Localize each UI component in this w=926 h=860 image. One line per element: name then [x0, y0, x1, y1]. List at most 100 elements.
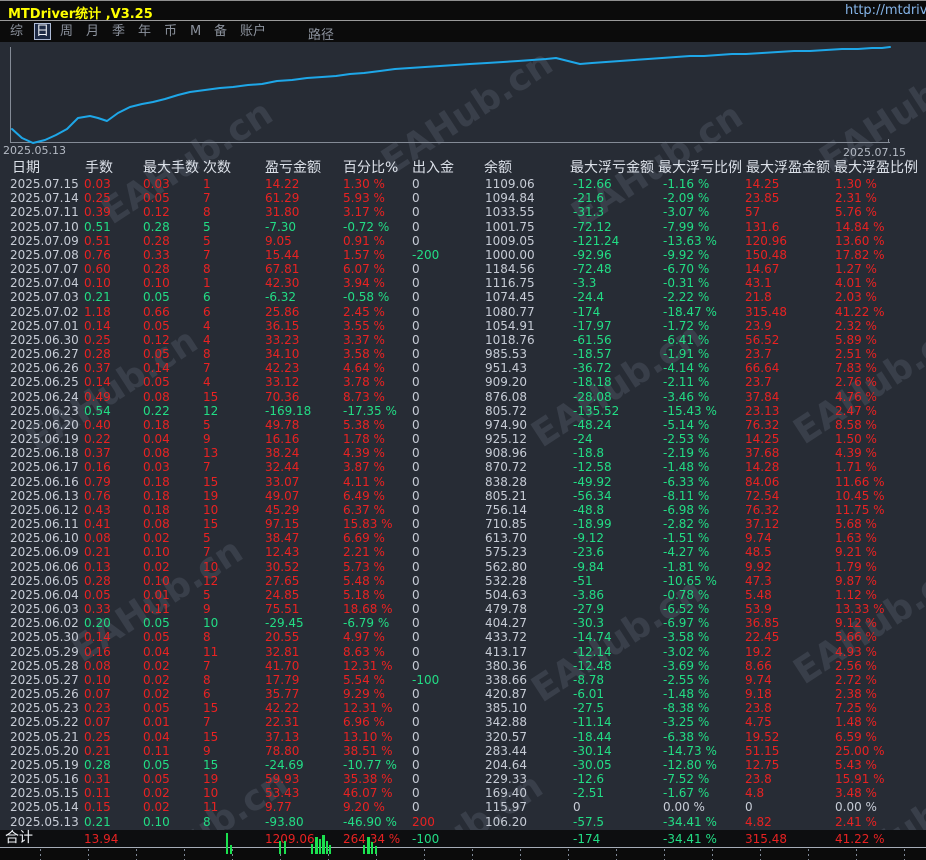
table-row[interactable]: 2025.06.10 0.08 0.02 5 38.47 6.69 % 0 613.70 -9.… [0, 531, 926, 545]
table-row[interactable]: 2025.05.16 0.31 0.05 19 59.93 35.38 % 0 229.33 -… [0, 772, 926, 786]
table-row[interactable]: 2025.06.24 0.49 0.08 15 70.36 8.73 % 0 876.08 -2… [0, 390, 926, 404]
table-row[interactable]: 2025.07.10 0.51 0.28 5 -7.30 -0.72 % 0 1001.75 -… [0, 220, 926, 234]
table-row[interactable]: 2025.06.20 0.40 0.18 5 49.78 5.38 % 0 974.90 -48… [0, 418, 926, 432]
cell-8: 413.17 [485, 644, 527, 659]
table-row[interactable]: 2025.05.15 0.11 0.02 10 53.43 46.07 % 0 169.40 -… [0, 786, 926, 800]
table-row[interactable]: 2025.06.16 0.79 0.18 15 33.07 4.11 % 0 838.28 -4… [0, 475, 926, 489]
cell-10: -6.38 % [663, 729, 710, 744]
table-row[interactable]: 2025.07.09 0.51 0.28 5 9.05 0.91 % 0 1009.05 -12… [0, 234, 926, 248]
table-row[interactable]: 2025.05.22 0.07 0.01 7 22.31 6.96 % 0 342.88 -11… [0, 715, 926, 729]
cell-1: 2025.05.29 [10, 644, 79, 659]
table-row[interactable]: 2025.07.03 0.21 0.05 6 -6.32 -0.58 % 0 1074.45 -… [0, 290, 926, 304]
table-row[interactable]: 2025.07.08 0.76 0.33 7 15.44 1.57 % -200 1000.0… [0, 248, 926, 262]
table-row[interactable]: 2025.06.26 0.37 0.14 7 42.23 4.64 % 0 951.43 -36… [0, 361, 926, 375]
table-row[interactable]: 2025.07.11 0.39 0.12 8 31.80 3.17 % 0 1033.55 -3… [0, 205, 926, 219]
cell-2: 0.31 [84, 772, 111, 787]
cell-11: 48.5 [745, 545, 772, 560]
column-header-6: 百分比% [343, 160, 399, 176]
table-row[interactable]: 2025.06.27 0.28 0.05 8 34.10 3.58 % 0 985.53 -18… [0, 347, 926, 361]
cell-12: 9.87 % [835, 573, 877, 588]
site-link[interactable]: http://mtdriver. [845, 3, 926, 18]
table-row[interactable]: 2025.05.13 0.21 0.10 8 -93.80 -46.90 % 200 106.… [0, 815, 926, 829]
cell-1: 2025.06.10 [10, 531, 79, 546]
table-row[interactable]: 2025.05.21 0.25 0.04 15 37.13 13.10 % 0 320.57 -… [0, 730, 926, 744]
table-row[interactable]: 2025.06.04 0.05 0.01 5 24.85 5.18 % 0 504.63 -3.… [0, 588, 926, 602]
cell-1: 2025.07.09 [10, 233, 79, 248]
table-row[interactable]: 2025.07.01 0.14 0.05 4 36.15 3.55 % 0 1054.91 -1… [0, 319, 926, 333]
table-row[interactable]: 2025.05.28 0.08 0.02 7 41.70 12.31 % 0 380.36 -1… [0, 659, 926, 673]
table-body: 2025.07.15 0.03 0.03 1 14.22 1.30 % 0 1109.06 -1… [0, 177, 926, 830]
cell-1: 2025.05.26 [10, 687, 79, 702]
histogram-bar [319, 839, 321, 854]
table-row[interactable]: 2025.05.26 0.07 0.02 6 35.77 9.29 % 0 420.87 -6.… [0, 687, 926, 701]
table-row[interactable]: 2025.07.04 0.10 0.10 1 42.30 3.94 % 0 1116.75 -3… [0, 276, 926, 290]
cell-4: 10 [203, 559, 219, 574]
table-row[interactable]: 2025.05.27 0.10 0.02 8 17.79 5.54 % -100 338.66… [0, 673, 926, 687]
cell-7: 0 [412, 743, 420, 758]
cell-11: 14.67 [745, 262, 780, 277]
total-cell-10: -34.41 % [663, 832, 717, 846]
table-row[interactable]: 2025.06.30 0.25 0.12 4 33.23 3.37 % 0 1018.76 -6… [0, 333, 926, 347]
table-row[interactable]: 2025.07.07 0.60 0.28 8 67.81 6.07 % 0 1184.56 -7… [0, 262, 926, 276]
cell-10: -3.07 % [663, 205, 710, 220]
cell-5: 38.24 [265, 446, 300, 461]
table-row[interactable]: 2025.06.19 0.22 0.04 9 16.16 1.78 % 0 925.12 -24… [0, 432, 926, 446]
cell-2: 0.21 [84, 545, 111, 560]
table-row[interactable]: 2025.07.02 1.18 0.66 6 25.86 2.45 % 0 1080.77 -1… [0, 305, 926, 319]
menu-item-3[interactable]: 周 [60, 24, 73, 39]
cell-12: 13.33 % [835, 602, 885, 617]
menu-item-path[interactable]: 路径 [308, 24, 334, 43]
menu-item-8[interactable]: M [190, 24, 201, 39]
table-row[interactable]: 2025.06.11 0.41 0.08 15 97.15 15.83 % 0 710.85 -… [0, 517, 926, 531]
cell-12: 5.68 % [835, 517, 877, 532]
cell-4: 13 [203, 446, 219, 461]
cell-9: -28.08 [573, 389, 612, 404]
table-row[interactable]: 2025.06.18 0.37 0.08 13 38.24 4.39 % 0 908.96 -1… [0, 446, 926, 460]
table-row[interactable]: 2025.06.23 0.54 0.22 12 -169.18 -17.35 % 0 805.… [0, 404, 926, 418]
table-row[interactable]: 2025.06.05 0.28 0.10 12 27.65 5.48 % 0 532.28 -5… [0, 574, 926, 588]
cell-9: -135.52 [573, 403, 620, 418]
cell-7: -100 [412, 672, 440, 687]
cell-10: -6.98 % [663, 502, 710, 517]
cell-3: 0.08 [143, 517, 170, 532]
table-row[interactable]: 2025.05.23 0.23 0.05 15 42.22 12.31 % 0 385.10 -… [0, 701, 926, 715]
table-row[interactable]: 2025.06.25 0.14 0.05 4 33.12 3.78 % 0 909.20 -18… [0, 375, 926, 389]
table-row[interactable]: 2025.06.12 0.43 0.18 10 45.29 6.37 % 0 756.14 -4… [0, 503, 926, 517]
table-row[interactable]: 2025.07.14 0.25 0.05 7 61.29 5.93 % 0 1094.84 -2… [0, 191, 926, 205]
cell-11: 14.28 [745, 460, 780, 475]
cell-10: -8.11 % [663, 488, 710, 503]
cell-11: 120.96 [745, 233, 787, 248]
cell-1: 2025.07.10 [10, 219, 79, 234]
cell-8: 169.40 [485, 786, 527, 801]
table-row[interactable]: 2025.05.20 0.21 0.11 9 78.80 38.51 % 0 283.44 -3… [0, 744, 926, 758]
table-total-row[interactable]: 合计 13.94 1209.06 264.34 % -100 -174 -34.41 % 31… [0, 830, 926, 847]
menu-item-7[interactable]: 币 [164, 24, 177, 39]
table-row[interactable]: 2025.06.02 0.20 0.05 10 -29.45 -6.79 % 0 404.27… [0, 616, 926, 630]
table-row[interactable]: 2025.06.03 0.33 0.11 9 75.51 18.68 % 0 479.78 -2… [0, 602, 926, 616]
menu-item-5[interactable]: 季 [112, 24, 125, 39]
menu-item-4[interactable]: 月 [86, 24, 99, 39]
menu-item-9[interactable]: 备 [214, 24, 227, 39]
table-row[interactable]: 2025.07.15 0.03 0.03 1 14.22 1.30 % 0 1109.06 -1… [0, 177, 926, 191]
cell-12: 4.93 % [835, 644, 877, 659]
cell-8: 909.20 [485, 375, 527, 390]
table-row[interactable]: 2025.06.06 0.13 0.02 10 30.52 5.73 % 0 562.80 -9… [0, 560, 926, 574]
cell-10: -4.14 % [663, 361, 710, 376]
cell-8: 805.72 [485, 403, 527, 418]
table-row[interactable]: 2025.05.29 0.16 0.04 11 32.81 8.63 % 0 413.17 -1… [0, 645, 926, 659]
table-row[interactable]: 2025.05.14 0.15 0.02 11 9.77 9.20 % 0 115.97 0 0.… [0, 800, 926, 814]
table-row[interactable]: 2025.06.09 0.21 0.10 7 12.43 2.21 % 0 575.23 -23… [0, 545, 926, 559]
table-row[interactable]: 2025.06.17 0.16 0.03 7 32.44 3.87 % 0 870.72 -12… [0, 460, 926, 474]
table-row[interactable]: 2025.06.13 0.76 0.18 19 49.07 6.49 % 0 805.21 -5… [0, 489, 926, 503]
cell-3: 0.10 [143, 545, 170, 560]
cell-4: 4 [203, 318, 211, 333]
menu-item-2[interactable]: 日 [34, 23, 52, 40]
menu-item-6[interactable]: 年 [138, 24, 151, 39]
cell-5: 45.29 [265, 502, 300, 517]
menu-item-10[interactable]: 账户 [240, 24, 266, 39]
menu-item-1[interactable]: 综 [10, 24, 23, 39]
cell-9: -14.74 [573, 630, 612, 645]
table-row[interactable]: 2025.05.19 0.28 0.05 15 -24.69 -10.77 % 0 204.6… [0, 758, 926, 772]
table-row[interactable]: 2025.05.30 0.14 0.05 8 20.55 4.97 % 0 433.72 -14… [0, 630, 926, 644]
cell-1: 2025.05.30 [10, 630, 79, 645]
